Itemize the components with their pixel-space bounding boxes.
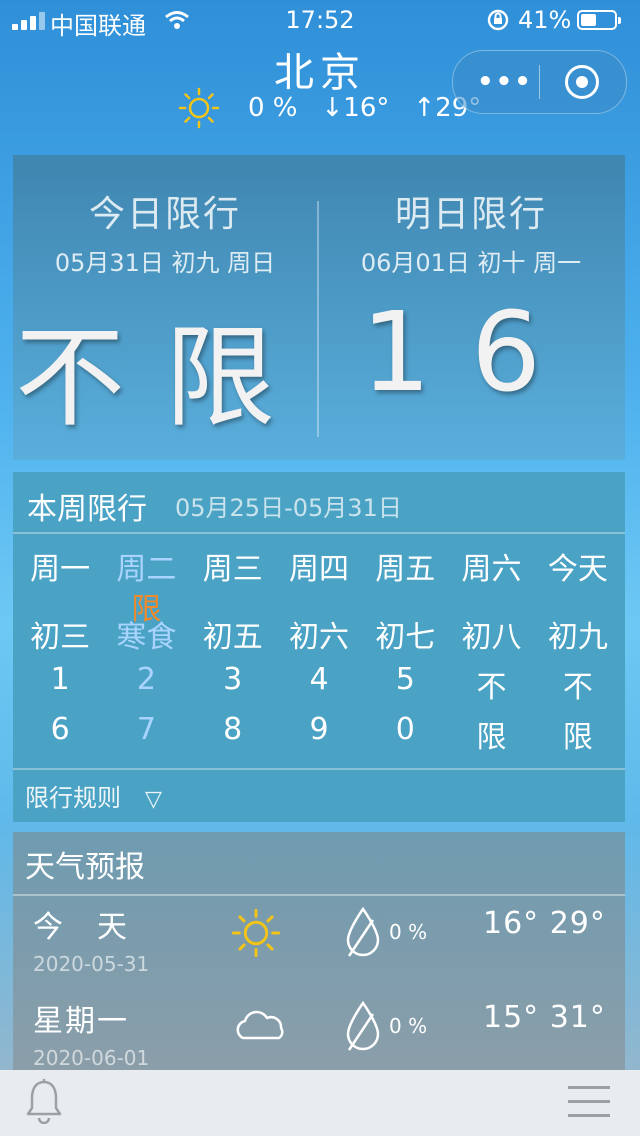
- forecast-card: 天气预报 今 天 2020-05-31 0 % 16° 29° 星期一 2020…: [13, 832, 625, 1072]
- cloud-icon: [236, 1010, 284, 1040]
- weekday-row: 周一 周二 周三 周四 周五 周六 今天: [17, 544, 621, 588]
- weekday-label: 周三: [202, 552, 263, 587]
- lunar-date: 初六: [288, 620, 349, 655]
- divider: [13, 532, 625, 534]
- forecast-row[interactable]: 星期一 2020-06-01 0 % 15° 31°: [13, 996, 625, 1072]
- status-bar: 中国联通 17:52 41%: [0, 0, 640, 40]
- tomorrow-value: 16: [361, 288, 581, 416]
- forecast-date: 2020-06-01: [33, 1046, 150, 1070]
- temp-low: ↓16°: [321, 93, 390, 123]
- bell-icon[interactable]: [24, 1078, 64, 1124]
- expand-icon: ▽: [145, 787, 162, 812]
- rules-label: 限行规则: [25, 784, 121, 812]
- sun-icon: [178, 87, 220, 129]
- weekday-label: 周二: [116, 552, 177, 587]
- raindrop-icon: [346, 906, 380, 957]
- menu-icon[interactable]: [568, 1082, 610, 1120]
- tomorrow-restriction: 明日限行 06月01日 初十 周一 16: [319, 155, 623, 416]
- plate-row-2: 6 7 8 9 0 限 限: [17, 712, 621, 756]
- battery-percent: 41%: [518, 6, 572, 34]
- temp-range: 15° 31°: [483, 1000, 606, 1035]
- lunar-date: 初三: [30, 620, 91, 655]
- capsule-divider: [539, 65, 540, 99]
- tomorrow-date: 06月01日 初十 周一: [360, 249, 582, 277]
- forecast-title: 天气预报: [25, 850, 145, 885]
- forecast-day: 星期一: [33, 1004, 129, 1039]
- precip-percent: 0 %: [389, 920, 428, 944]
- plate-number: 6: [50, 712, 70, 747]
- close-miniprogram-icon[interactable]: [565, 65, 599, 99]
- plate-number: 8: [223, 712, 243, 747]
- lunar-row: 初三 寒食 初五 初六 初七 初八 初九: [17, 612, 621, 656]
- orientation-lock-icon: [487, 9, 509, 31]
- tomorrow-title: 明日限行: [394, 194, 547, 235]
- plate-number: 5: [395, 662, 415, 697]
- today-date: 05月31日 初九 周日: [54, 249, 276, 277]
- lunar-date: 初七: [375, 620, 436, 655]
- restriction-card: 今日限行 05月31日 初九 周日 不限 明日限行 06月01日 初十 周一 1…: [13, 155, 625, 460]
- plate-row-1: 1 2 3 4 5 不 不: [17, 662, 621, 706]
- weekday-label: 周四: [288, 552, 349, 587]
- week-title: 本周限行: [27, 492, 147, 527]
- precip-percent: 0 %: [248, 93, 298, 123]
- plate-number: 限: [476, 720, 507, 755]
- forecast-date: 2020-05-31: [33, 952, 150, 976]
- plate-number: 3: [223, 662, 243, 697]
- today-value: 不限: [15, 314, 315, 442]
- temp-range: 16° 29°: [483, 906, 606, 941]
- battery-icon: [577, 10, 621, 30]
- more-icon[interactable]: •••: [477, 67, 533, 97]
- weekday-label: 周一: [30, 552, 91, 587]
- plate-number: 0: [395, 712, 415, 747]
- bottom-bar: [0, 1070, 640, 1136]
- rules-toggle[interactable]: 限行规则 ▽: [25, 778, 162, 813]
- miniprogram-capsule: •••: [452, 50, 627, 114]
- week-range: 05月25日-05月31日: [175, 494, 402, 522]
- plate-number: 1: [50, 662, 70, 697]
- lunar-date: 初五: [202, 620, 263, 655]
- week-restriction-card: 本周限行 05月25日-05月31日 周一 周二 周三 周四 周五 周六 今天 …: [13, 472, 625, 822]
- plate-number: 不: [476, 670, 507, 705]
- weekday-label: 周五: [375, 552, 436, 587]
- forecast-day: 今 天: [33, 910, 129, 945]
- weekday-label: 周六: [461, 552, 522, 587]
- sun-icon: [231, 908, 281, 958]
- plate-number: 限: [562, 720, 593, 755]
- plate-number: 9: [309, 712, 329, 747]
- divider: [13, 768, 625, 770]
- lunar-date: 寒食: [116, 620, 177, 655]
- plate-number: 2: [136, 662, 156, 697]
- weekday-label: 今天: [547, 552, 608, 587]
- plate-number: 4: [309, 662, 329, 697]
- today-restriction: 今日限行 05月31日 初九 周日 不限: [13, 155, 317, 448]
- lunar-date: 初九: [547, 620, 608, 655]
- weather-summary: 0 % ↓16° ↑29°: [178, 87, 481, 129]
- divider: [13, 894, 625, 896]
- plate-number: 不: [562, 670, 593, 705]
- raindrop-icon: [346, 1000, 380, 1051]
- precip-percent: 0 %: [389, 1014, 428, 1038]
- plate-number: 7: [136, 712, 156, 747]
- lunar-date: 初八: [461, 620, 522, 655]
- forecast-row[interactable]: 今 天 2020-05-31 0 % 16° 29°: [13, 902, 625, 998]
- today-title: 今日限行: [88, 194, 241, 235]
